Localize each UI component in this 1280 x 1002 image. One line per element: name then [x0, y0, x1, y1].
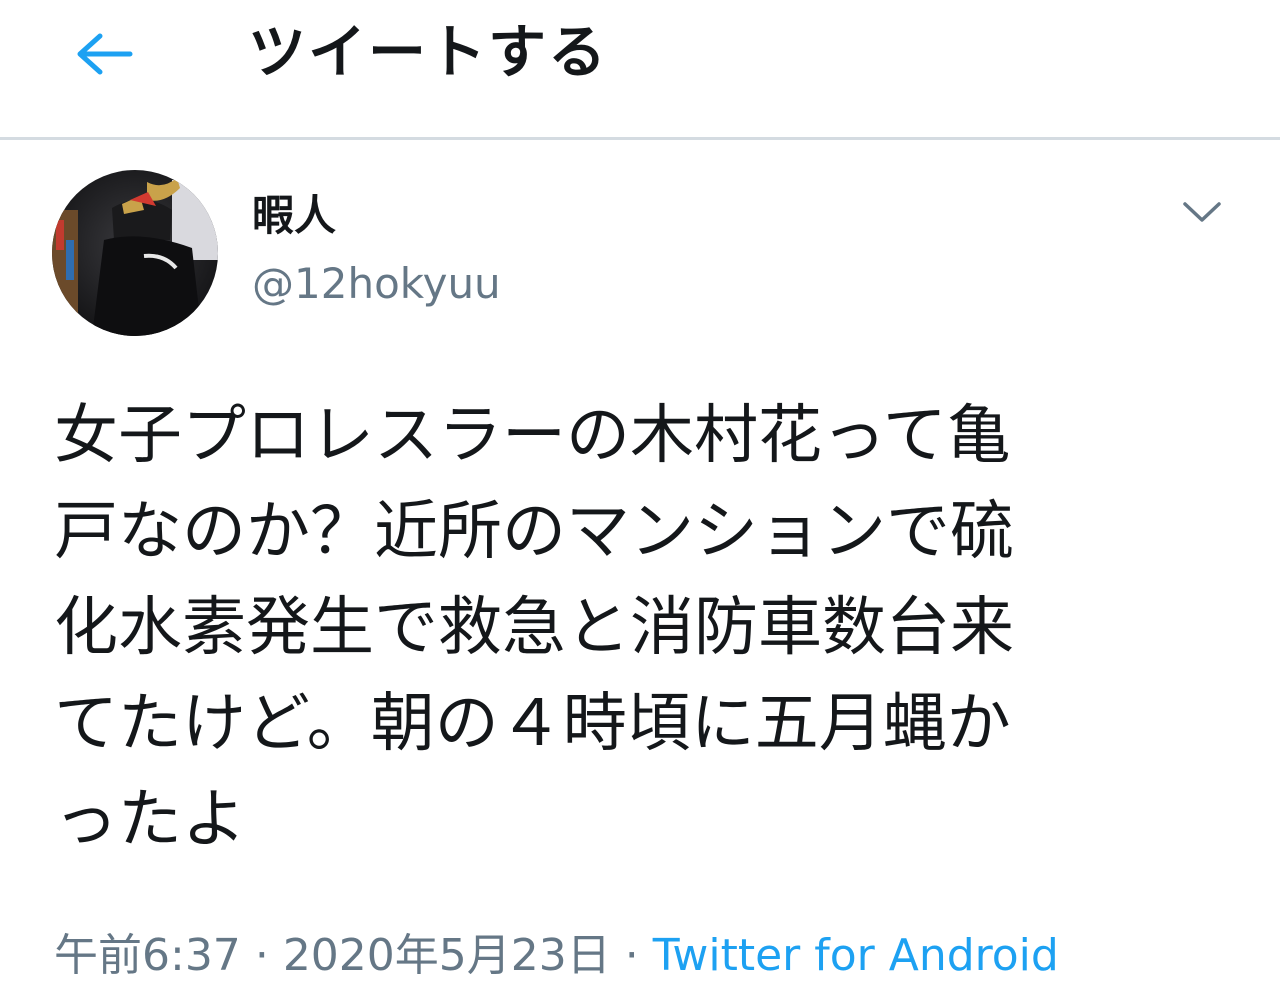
tweet-text-line: てたけど。朝の４時頃に五月蝿か — [54, 687, 1011, 761]
tweet-text-line: 化水素発生で救急と消防車数台来 — [54, 591, 1014, 665]
tweet-text-line: 戸なのか？近所のマンションで硫 — [54, 495, 1014, 569]
arrow-left-icon — [77, 33, 133, 75]
profile-photo-icon — [52, 170, 218, 336]
tweet-text: 女子プロレスラーの木村花って亀 戸なのか？近所のマンションで硫 化水素発生で救急… — [54, 388, 1234, 868]
top-bar: ツイートする — [0, 0, 1280, 140]
tweet-time: 午前6:37 — [54, 930, 241, 981]
separator-dot: · — [624, 930, 639, 981]
tweet-metadata: 午前6:37 · 2020年5月23日 · Twitter for Android — [54, 924, 1059, 988]
chevron-down-icon — [1183, 202, 1221, 222]
avatar[interactable] — [52, 170, 218, 336]
tweet-source-link[interactable]: Twitter for Android — [653, 930, 1059, 981]
tweet-date: 2020年5月23日 — [282, 930, 611, 981]
tweet-menu-button[interactable] — [1170, 184, 1234, 240]
page-title: ツイートする — [248, 18, 609, 86]
separator-dot: · — [254, 930, 269, 981]
author-display-name[interactable]: 暇人 — [252, 188, 336, 244]
tweet-text-line: ったよ — [54, 783, 246, 857]
back-button[interactable] — [66, 22, 142, 86]
tweet-text-line: 女子プロレスラーの木村花って亀 — [54, 399, 1011, 473]
author-handle[interactable]: @12hokyuu — [252, 254, 501, 314]
